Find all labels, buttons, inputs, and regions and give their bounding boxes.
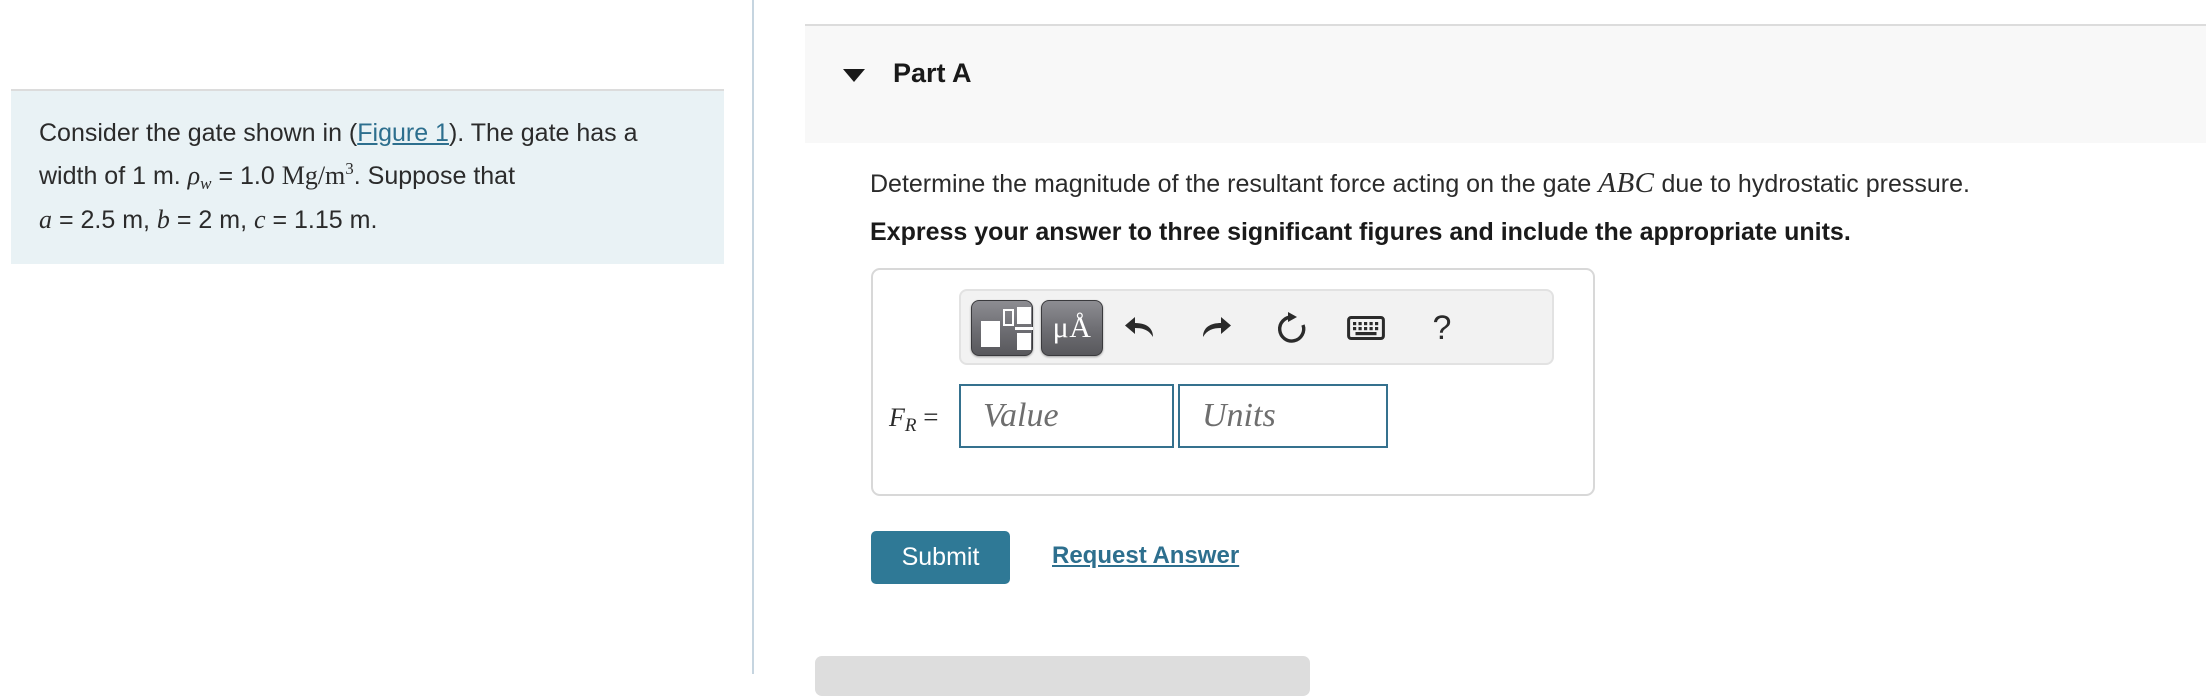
value-b: = 2 m, (169, 206, 254, 234)
right-answer-panel: Part A Determine the magnitude of the re… (754, 0, 2206, 696)
express-answer-instruction: Express your answer to three significant… (870, 218, 1851, 246)
question-line-1: Consider the gate shown in (Figure 1). T… (39, 115, 696, 151)
request-answer-link[interactable]: Request Answer (1052, 542, 1239, 570)
variable-b: b (156, 205, 170, 234)
density-unit-exponent: 3 (345, 159, 354, 178)
variable-c: c (253, 205, 266, 234)
question-statement-box: Consider the gate shown in (Figure 1). T… (11, 89, 724, 264)
units-toggle-button[interactable]: μÅ (1041, 300, 1103, 356)
question-prompt: Determine the magnitude of the resultant… (870, 166, 1970, 201)
rho-symbol: ρ (187, 161, 201, 190)
help-question-mark-icon[interactable]: ? (1419, 303, 1465, 353)
submit-button[interactable]: Submit (871, 531, 1010, 584)
bottom-progress-bar (815, 656, 1310, 696)
part-a-header[interactable]: Part A (805, 24, 2206, 143)
redo-arrow-icon[interactable] (1193, 303, 1239, 353)
template-shape-superscript (1003, 309, 1014, 326)
micro-angstrom-label: μÅ (1052, 311, 1092, 344)
template-shape-base (981, 321, 1000, 347)
undo-arrow-icon[interactable] (1117, 303, 1163, 353)
value-a: = 2.5 m, (52, 206, 157, 234)
math-template-icon[interactable] (971, 300, 1033, 356)
figure-1-link[interactable]: Figure 1 (357, 119, 449, 147)
prompt-post: due to hydrostatic pressure. (1654, 170, 1970, 198)
gate-label-abc: ABC (1598, 167, 1655, 199)
width-text: width of 1 m. (39, 162, 188, 190)
question-line-2: width of 1 m. ρw = 1.0 Mg/m3. Suppose th… (39, 151, 696, 202)
answer-input-row: FR = (873, 384, 1593, 454)
density-unit: Mg/m (281, 161, 346, 190)
answer-toolbar: μÅ ? (959, 289, 1554, 365)
resultant-force-label: FR = (889, 402, 938, 437)
density-value: = 1.0 (211, 162, 282, 190)
equals-sign: = (916, 402, 939, 432)
suppose-text: . Suppose that (353, 162, 516, 190)
template-shape-fraction-bar (1015, 327, 1033, 330)
value-c: = 1.15 m. (265, 206, 378, 234)
left-question-panel: Consider the gate shown in (Figure 1). T… (0, 0, 752, 674)
rho-subscript: w (200, 174, 212, 193)
question-text-pre: Consider the gate shown in ( (39, 119, 358, 147)
prompt-pre: Determine the magnitude of the resultant… (870, 170, 1599, 198)
value-input[interactable] (959, 384, 1174, 448)
triangle-down-icon[interactable] (843, 69, 865, 82)
keyboard-icon[interactable] (1343, 303, 1389, 353)
units-input[interactable] (1178, 384, 1388, 448)
force-symbol: F (889, 403, 905, 432)
template-shape-numerator (1017, 307, 1031, 324)
answer-entry-box: μÅ ? FR = Value Units (871, 268, 1595, 496)
template-shape-denominator (1017, 333, 1031, 350)
variable-a: a (39, 205, 52, 234)
part-a-title: Part A (893, 58, 972, 88)
force-subscript: R (904, 415, 917, 436)
reset-circular-arrow-icon[interactable] (1269, 303, 1315, 353)
question-text-post: ). The gate has a (448, 119, 638, 147)
question-line-3: a = 2.5 m, b = 2 m, c = 1.15 m. (39, 202, 696, 238)
